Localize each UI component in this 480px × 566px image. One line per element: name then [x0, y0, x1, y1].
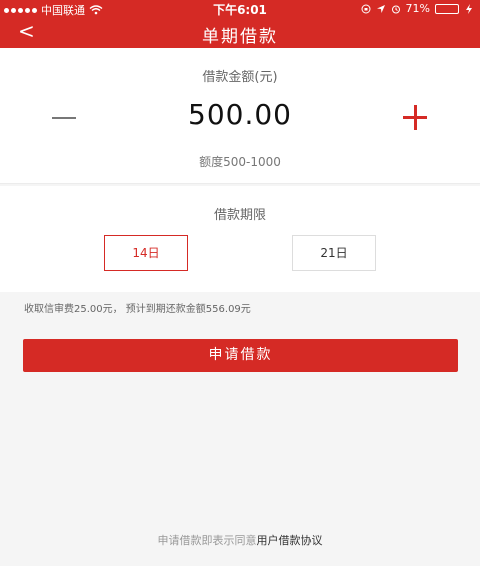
period-option-14[interactable]: 14日	[104, 235, 188, 271]
amount-range: 额度500-1000	[199, 155, 281, 169]
amount-label: 借款金额(元)	[202, 70, 278, 85]
period-option-21[interactable]: 21日	[292, 235, 376, 271]
battery-percent: 71%	[405, 2, 430, 15]
apply-loan-button[interactable]: 申请借款	[23, 339, 458, 372]
agreement-prefix: 申请借款即表示同意	[157, 534, 257, 547]
period-section: 借款期限 14日 21日	[0, 186, 480, 292]
status-bar: 中国联通 下午6:01 71%	[0, 0, 480, 17]
increase-amount-button[interactable]	[403, 105, 429, 131]
status-right: 71%	[361, 2, 474, 15]
app-header: 中国联通 下午6:01 71% < 单期借款	[0, 0, 480, 48]
amount-section: 借款金额(元) 500.00 额度500-1000	[0, 48, 480, 184]
alarm-icon	[391, 5, 400, 13]
battery-icon	[435, 3, 459, 14]
period-label: 借款期限	[213, 208, 266, 223]
page-title: 单期借款	[202, 27, 278, 47]
agreement-link[interactable]: 用户借款协议	[257, 534, 323, 547]
agreement-text: 申请借款即表示同意用户借款协议	[0, 532, 480, 548]
charging-icon	[466, 3, 472, 14]
rotation-lock-icon	[361, 4, 371, 13]
location-icon	[376, 4, 385, 13]
fee-info: 收取信审费25.00元， 预计到期还款金额556.09元	[24, 304, 251, 315]
